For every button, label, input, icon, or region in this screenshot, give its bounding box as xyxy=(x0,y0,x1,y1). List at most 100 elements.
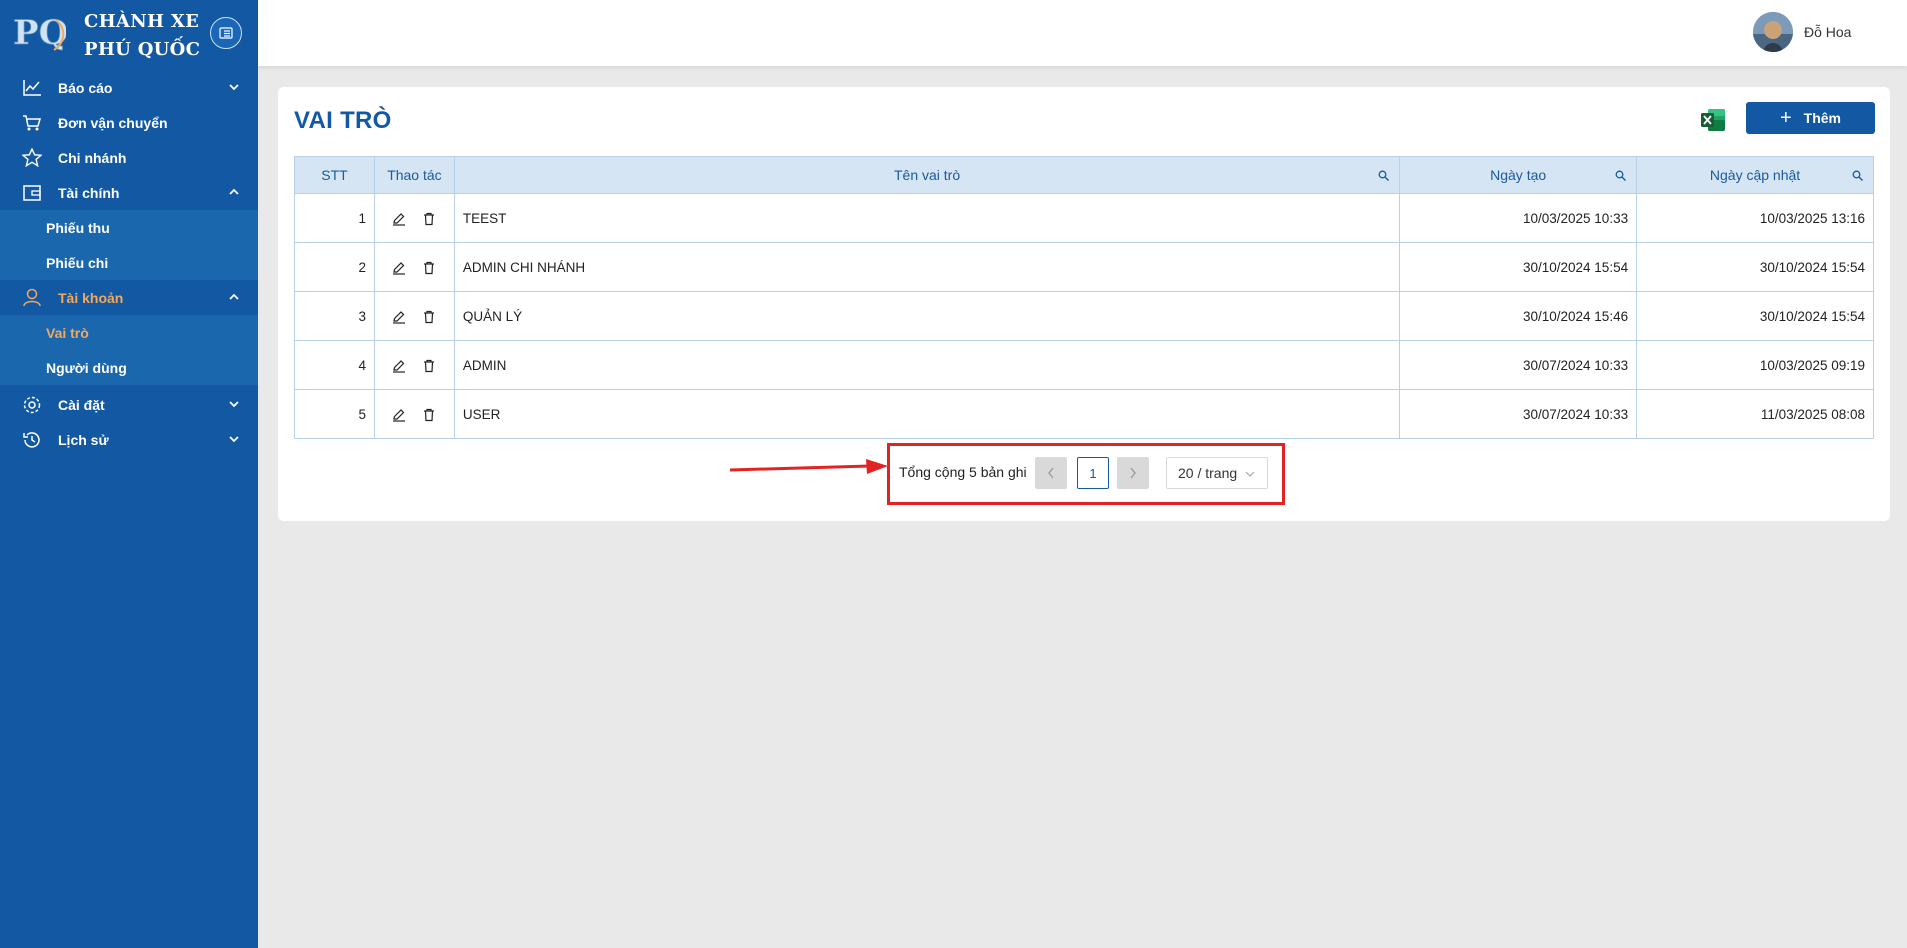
delete-icon[interactable] xyxy=(422,212,436,226)
delete-icon[interactable] xyxy=(422,408,436,422)
page-size-value: 20 / trang xyxy=(1178,465,1238,481)
delete-icon[interactable] xyxy=(422,261,436,275)
brand-line2: PHÚ QUỐC xyxy=(84,39,201,60)
cell-actions xyxy=(373,340,455,390)
table-row: 2 ADMIN CHI NHÁNH 30/10/2024 15:54 30/10/20… xyxy=(294,242,1874,292)
sidebar-item-label: Chi nhánh xyxy=(58,149,127,166)
roles-table: STT Thao tác Tên vai trò Ngày tạo Ngày c… xyxy=(294,156,1874,439)
add-button-label: Thêm xyxy=(1803,110,1842,126)
excel-icon xyxy=(1701,109,1725,131)
delete-icon[interactable] xyxy=(422,359,436,373)
table-header-row: STT Thao tác Tên vai trò Ngày tạo Ngày c… xyxy=(294,156,1874,194)
cell-stt: 1 xyxy=(294,193,375,243)
cell-stt: 3 xyxy=(294,291,375,341)
page-size-select[interactable]: 20 / trang xyxy=(1166,457,1268,489)
cell-role-name: USER xyxy=(453,389,1401,439)
column-header-label: Ngày tạo xyxy=(1490,167,1547,183)
sidebar-item-lich-su[interactable]: Lịch sử xyxy=(0,422,258,457)
sidebar-item-tai-chinh[interactable]: Tài chính xyxy=(0,175,258,210)
cell-actions xyxy=(373,291,455,341)
export-excel-button[interactable] xyxy=(1700,107,1726,133)
add-button[interactable]: + Thêm xyxy=(1746,102,1875,134)
column-header-label: Ngày cập nhật xyxy=(1709,167,1801,183)
chevron-up-icon xyxy=(229,293,239,300)
prev-page-button[interactable] xyxy=(1035,457,1067,489)
cell-stt: 5 xyxy=(294,389,375,439)
chevron-up-icon xyxy=(229,188,239,195)
column-header-created[interactable]: Ngày tạo xyxy=(1399,156,1638,194)
sidebar-item-tai-khoan[interactable]: Tài khoản xyxy=(0,280,258,315)
edit-icon[interactable] xyxy=(392,359,406,373)
cell-updated: 11/03/2025 08:08 xyxy=(1636,389,1874,439)
cell-role-name: QUẢN LÝ xyxy=(453,291,1401,341)
cell-stt: 2 xyxy=(294,242,375,292)
sidebar-item-phieu-thu[interactable]: Phiếu thu xyxy=(0,210,258,245)
sidebar-item-label: Tài chính xyxy=(58,184,120,201)
menu-toggle-button[interactable] xyxy=(210,17,242,49)
page-button-current[interactable]: 1 xyxy=(1077,457,1109,489)
star-icon xyxy=(22,148,42,168)
logo[interactable]: PQ xyxy=(12,8,66,54)
column-header-stt: STT xyxy=(294,156,375,194)
cell-role-name: TEEST xyxy=(453,193,1401,243)
sidebar-item-vai-tro[interactable]: Vai trò xyxy=(0,315,258,350)
page-title: VAI TRÒ xyxy=(294,107,392,134)
edit-icon[interactable] xyxy=(392,310,406,324)
sidebar: PQ CHÀNH XE PHÚ QUỐC Báo cáo Đơn vận chu… xyxy=(0,0,258,948)
cell-updated: 10/03/2025 09:19 xyxy=(1636,340,1874,390)
brand-line1: CHÀNH XE xyxy=(84,11,200,32)
username[interactable]: Đỗ Hoa xyxy=(1804,24,1851,40)
cell-created: 30/07/2024 10:33 xyxy=(1399,340,1638,390)
table-row: 1 TEEST 10/03/2025 10:33 10/03/2025 13:16 xyxy=(294,193,1874,243)
delete-icon[interactable] xyxy=(422,310,436,324)
history-icon xyxy=(22,430,42,450)
brand: PQ CHÀNH XE PHÚ QUỐC xyxy=(0,0,258,70)
chevron-left-icon xyxy=(1048,467,1054,479)
sidebar-item-label: Báo cáo xyxy=(58,79,113,96)
cell-actions xyxy=(373,389,455,439)
sidebar-item-don-van-chuyen[interactable]: Đơn vận chuyển xyxy=(0,105,258,140)
sidebar-item-label: Cài đặt xyxy=(58,396,105,413)
cell-actions xyxy=(373,242,455,292)
table-row: 5 USER 30/07/2024 10:33 11/03/2025 08:08 xyxy=(294,389,1874,439)
sidebar-menu: Báo cáo Đơn vận chuyển Chi nhánh Tài chí… xyxy=(0,70,258,457)
column-header-updated[interactable]: Ngày cập nhật xyxy=(1636,156,1874,194)
cell-actions xyxy=(373,193,455,243)
cell-created: 10/03/2025 10:33 xyxy=(1399,193,1638,243)
sidebar-item-cai-dat[interactable]: Cài đặt xyxy=(0,387,258,422)
sidebar-item-phieu-chi[interactable]: Phiếu chi xyxy=(0,245,258,280)
cell-updated: 30/10/2024 15:54 xyxy=(1636,242,1874,292)
cell-updated: 30/10/2024 15:54 xyxy=(1636,291,1874,341)
plus-icon: + xyxy=(1779,107,1792,129)
column-header-label: Tên vai trò xyxy=(893,167,961,183)
chevron-down-icon xyxy=(229,401,239,408)
search-icon[interactable] xyxy=(1378,170,1390,181)
gear-icon xyxy=(22,395,42,415)
brand-name: CHÀNH XE PHÚ QUỐC xyxy=(84,8,200,64)
cell-role-name: ADMIN xyxy=(453,340,1401,390)
sidebar-item-label: Tài khoản xyxy=(58,289,124,306)
cell-created: 30/07/2024 10:33 xyxy=(1399,389,1638,439)
chevron-down-icon xyxy=(1245,471,1255,477)
avatar[interactable] xyxy=(1753,12,1793,52)
sidebar-item-label: Đơn vận chuyển xyxy=(58,114,168,131)
sidebar-item-bao-cao[interactable]: Báo cáo xyxy=(0,70,258,105)
edit-icon[interactable] xyxy=(392,408,406,422)
table-row: 4 ADMIN 30/07/2024 10:33 10/03/2025 09:19 xyxy=(294,340,1874,390)
cell-created: 30/10/2024 15:54 xyxy=(1399,242,1638,292)
column-header-name[interactable]: Tên vai trò xyxy=(453,156,1401,194)
user-icon xyxy=(22,288,42,308)
top-header: Đỗ Hoa xyxy=(258,0,1907,66)
chevron-right-icon xyxy=(1130,467,1136,479)
table-row: 3 QUẢN LÝ 30/10/2024 15:46 30/10/2024 15:54 xyxy=(294,291,1874,341)
next-page-button[interactable] xyxy=(1117,457,1149,489)
table-body: 1 TEEST 10/03/2025 10:33 10/03/2025 13:16 2 A… xyxy=(294,193,1874,439)
column-header-actions: Thao tác xyxy=(373,156,455,194)
search-icon[interactable] xyxy=(1852,170,1863,181)
edit-icon[interactable] xyxy=(392,212,406,226)
search-icon[interactable] xyxy=(1615,170,1627,181)
sidebar-item-chi-nhanh[interactable]: Chi nhánh xyxy=(0,140,258,175)
sidebar-item-nguoi-dung[interactable]: Người dùng xyxy=(0,350,258,385)
edit-icon[interactable] xyxy=(392,261,406,275)
chevron-down-icon xyxy=(229,84,239,91)
